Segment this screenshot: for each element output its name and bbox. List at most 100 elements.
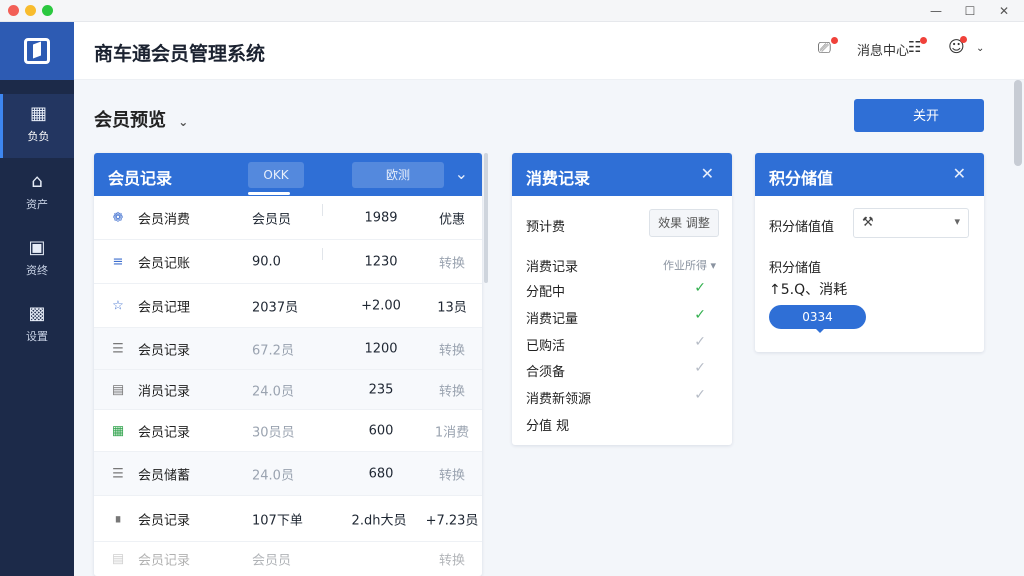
window-close-button[interactable]: ✕ (994, 2, 1014, 20)
grid-icon: ▦ (29, 103, 47, 124)
close-icon[interactable]: ✕ (701, 164, 714, 183)
check-icon[interactable]: ✓ (694, 307, 706, 323)
row-col-b: 2.dh大员 (351, 513, 407, 528)
filter-label: 预计费 (526, 220, 566, 235)
row-name: 会员记录 (138, 553, 191, 569)
open-button[interactable]: 关开 (854, 99, 984, 132)
sidebar-item-label: 负负 (27, 130, 50, 143)
table-row[interactable]: ☰ 会员储蓄 24.0员 680 转换 (94, 452, 482, 496)
points-pill[interactable]: 0334 (769, 305, 866, 333)
sidebar: ▦ 负负 ⌂ 资产 ▣ 资终 ▩ 设置 (0, 22, 74, 576)
table-row[interactable]: ∎ 会员记录 107下单 2.dh大员 +7.23员 (94, 496, 482, 542)
row-col-c: 转换 (438, 468, 465, 483)
tag-icon: ∎ (113, 511, 123, 526)
qr-badge (920, 37, 927, 44)
points-subtitle: 积分储值 (769, 261, 822, 276)
table-row[interactable]: ☆ 会员记理 2037员 +2.00 13员 (94, 284, 482, 328)
table-row[interactable]: ▤ 消员记录 24.0员 235 转换 (94, 370, 482, 410)
member-card-scrollbar[interactable] (484, 153, 488, 283)
menu-icon: ☰ (112, 341, 124, 356)
row-col-b: 235 (368, 382, 394, 397)
check-icon[interactable]: ✓ (694, 360, 706, 376)
row-col-b: 1989 (364, 210, 398, 225)
row-col-c: 转换 (438, 553, 465, 569)
consume-item-label: 分值 规 (526, 419, 570, 434)
row-name: 会员记录 (138, 343, 191, 358)
points-card: 积分储值 ✕ 积分储值值 ⚒ ▾ 积分储值 ↑5.Q、消耗 0334 (755, 153, 984, 352)
row-col-b: 1200 (364, 341, 398, 356)
app-logo (0, 22, 74, 80)
tab-test[interactable]: 欧测 (352, 162, 444, 188)
row-col-b: +2.00 (361, 298, 401, 313)
filter-input[interactable]: 效果 调整 (649, 209, 719, 237)
card-header: 积分储值 ✕ (755, 153, 984, 196)
check-icon[interactable]: ✓ (694, 280, 706, 296)
table-row[interactable]: ❁ 会员消费 会员员 1989 优惠 (94, 196, 482, 240)
card-title: 会员记录 (108, 169, 173, 188)
row-col-c: 转换 (438, 256, 465, 271)
row-divider (322, 204, 323, 216)
row-name: 会员消费 (138, 212, 191, 227)
row-col-a: 24.0员 (252, 384, 294, 399)
row-col-c: +7.23员 (425, 513, 479, 528)
consume-records-card: 消费记录 ✕ 预计费 效果 调整 消费记录 作业所得 ▾ 分配中 ✓ 消费记量 … (512, 153, 732, 445)
table-row[interactable]: ▤ 会员记录 会员员 转换 (94, 542, 482, 576)
sidebar-item-label: 资终 (26, 264, 48, 277)
sidebar-item-1[interactable]: ⌂ 资产 (0, 162, 74, 226)
card-header: 消费记录 ✕ (512, 153, 732, 196)
row-divider (322, 248, 323, 260)
sidebar-item-label: 设置 (26, 330, 48, 343)
doc-icon: ▤ (111, 551, 125, 567)
chevron-down-icon: ⌄ (178, 115, 189, 129)
row-name: 消员记录 (138, 384, 191, 399)
row-col-c: 优惠 (438, 212, 465, 227)
table-row[interactable]: ▦ 会员记录 30员员 600 1消费 (94, 410, 482, 452)
page-title[interactable]: 会员预览 ⌄ (94, 106, 188, 132)
tools-icon: ⚒ (862, 215, 874, 230)
close-traffic-light[interactable] (8, 5, 19, 16)
app-title: 商车通会员管理系统 (94, 43, 266, 65)
sidebar-item-0[interactable]: ▦ 负负 (0, 94, 74, 158)
sidebar-item-2[interactable]: ▣ 资终 (0, 228, 74, 292)
logo-icon (24, 38, 50, 64)
row-name: 会员记理 (138, 300, 191, 315)
row-col-a: 24.0员 (252, 468, 294, 483)
monitor-icon[interactable]: ⎚ (818, 38, 831, 58)
close-icon[interactable]: ✕ (953, 164, 966, 183)
check-icon[interactable]: ✓ (694, 387, 706, 403)
consume-type-select[interactable]: 作业所得 ▾ (663, 257, 716, 273)
member-records-card: 会员记录 OKK 欧测 ⌄ ❁ 会员消费 会员员 1989 优惠 ≡ 会员记账 … (94, 153, 482, 576)
minimize-traffic-light[interactable] (25, 5, 36, 16)
window-titlebar: — ☐ ✕ (0, 0, 1024, 22)
chevron-down-icon[interactable]: ⌄ (976, 43, 984, 54)
tab-okk[interactable]: OKK (248, 162, 304, 188)
robot-icon: ▣ (28, 237, 46, 258)
table-row[interactable]: ≡ 会员记账 90.0 1230 转换 (94, 240, 482, 284)
points-select[interactable]: ⚒ ▾ (853, 208, 969, 238)
card-title: 消费记录 (526, 169, 591, 188)
notify-label[interactable]: 消息中心 (857, 40, 909, 59)
window-restore-button[interactable]: ☐ (960, 2, 980, 20)
main-scrollbar[interactable] (1014, 80, 1022, 166)
window-minimize-button[interactable]: — (926, 2, 946, 20)
table-row[interactable]: ☰ 会员记录 67.2员 1200 转换 (94, 328, 482, 370)
row-col-a: 会员员 (252, 212, 292, 227)
check-icon[interactable]: ✓ (694, 334, 706, 350)
chevron-down-icon: ▾ (954, 215, 960, 228)
row-col-a: 30员员 (252, 425, 295, 440)
page-title-text: 会员预览 (94, 110, 166, 131)
row-col-c: 转换 (438, 343, 465, 358)
row-col-a: 2037员 (252, 300, 299, 315)
zoom-traffic-light[interactable] (42, 5, 53, 16)
row-col-a: 67.2员 (252, 343, 294, 358)
shop-icon: ⌂ (31, 171, 43, 192)
card-title: 积分储值 (769, 169, 834, 188)
row-name: 会员储蓄 (138, 468, 191, 483)
sidebar-item-3[interactable]: ▩ 设置 (0, 294, 74, 358)
consume-item-label: 合须备 (526, 365, 566, 380)
row-name: 会员记录 (138, 513, 191, 528)
consume-item-label: 消费记量 (526, 312, 579, 327)
row-col-c: 13员 (437, 300, 467, 315)
row-col-c: 转换 (438, 384, 465, 399)
chevron-down-icon[interactable]: ⌄ (455, 164, 468, 183)
